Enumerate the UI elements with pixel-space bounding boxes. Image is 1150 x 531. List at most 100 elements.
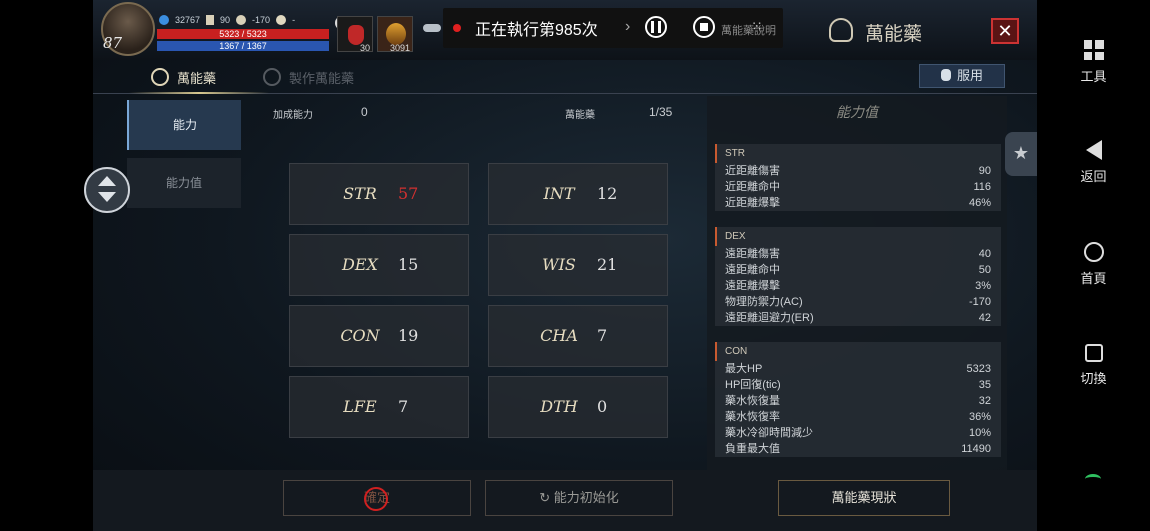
stat-box-con[interactable]: CON 19	[289, 305, 469, 367]
stat-row: 遠距離傷害 40	[725, 248, 991, 260]
trophy-value: -	[292, 15, 296, 25]
section-header: CON	[715, 342, 1001, 361]
stat-value: 15	[398, 255, 419, 274]
stat-name: CHA	[540, 326, 578, 345]
tab-elixir[interactable]: 萬能藥	[177, 68, 216, 87]
stat-value: 12	[597, 184, 618, 203]
helmet-icon	[236, 15, 247, 25]
potion-count: 30	[359, 43, 370, 53]
side-item-ability-value[interactable]: 能力值	[127, 158, 241, 208]
item-count: 3091	[389, 43, 410, 53]
stat-row: 最大HP 5323	[725, 363, 991, 375]
game-view: 87 32767 90 -170 - 5323 / 5323 1367 / 13…	[93, 0, 1037, 531]
stat-row: HP回復(tic) 35	[725, 379, 991, 391]
use-button[interactable]: 服用	[919, 64, 1005, 88]
section-dex: DEX 遠距離傷害 40 遠距離命中 50 遠距離爆擊 3% 物理防禦力(AC) -17…	[715, 227, 1001, 326]
stat-row: 藥水恢復量 32	[725, 395, 991, 407]
stat-box-str[interactable]: STR 57	[289, 163, 469, 225]
sword-icon	[206, 15, 215, 25]
mp-bar: 1367 / 1367	[157, 41, 329, 51]
item-slot[interactable]: 3091	[377, 16, 413, 53]
hp-bar: 5323 / 5323	[157, 29, 329, 39]
recents-icon	[1084, 344, 1103, 362]
confirm-button[interactable]: 確定	[283, 480, 471, 516]
hud-stats: 32767 90 -170 -	[159, 15, 295, 25]
stat-name: CON	[340, 326, 380, 345]
stat-box-int[interactable]: INT 12	[488, 163, 668, 225]
elixir-tab-icon	[151, 68, 169, 86]
screen-record-bar: 正在執行第985次 › 萬能藥說明 ⁙	[443, 8, 783, 48]
reset-icon: ↻	[539, 490, 554, 505]
arrow-down-icon	[98, 192, 116, 202]
record-dot-icon	[453, 24, 461, 32]
stat-name: STR	[343, 184, 377, 203]
stat-row: 近距離命中 116	[725, 181, 991, 193]
nav-tools[interactable]: 工具	[1037, 40, 1150, 85]
red-potion-icon	[348, 25, 364, 45]
stat-row: 近距離傷害 90	[725, 165, 991, 177]
drag-handle-icon[interactable]: ⁙	[751, 18, 763, 35]
character-level: 87	[103, 34, 123, 52]
stat-name: LFE	[343, 397, 377, 416]
ability-value-panel: 能力值 STR 近距離傷害 90 近距離命中 116 近距離爆擊 46% DEX 遠距…	[707, 96, 1007, 470]
record-status: 正在執行第985次	[475, 22, 598, 39]
wifi-icon	[1085, 474, 1101, 484]
tab-craft-elixir[interactable]: 製作萬能藥	[289, 68, 354, 87]
nav-home[interactable]: 首頁	[1037, 242, 1150, 287]
arrow-up-icon	[98, 176, 116, 186]
chevron-right-icon[interactable]: ›	[625, 18, 630, 36]
item-icon	[386, 23, 406, 45]
stat-row: 物理防禦力(AC) -170	[725, 296, 991, 308]
favorite-star-button[interactable]: ★	[1005, 132, 1037, 176]
stat-row: 負重最大值 11490	[725, 443, 991, 455]
nav-back-label: 返回	[1080, 169, 1107, 184]
elixir-status-button[interactable]: 萬能藥現狀	[778, 480, 950, 516]
bonus-label: 加成能力	[273, 110, 313, 121]
top-hud: 87 32767 90 -170 - 5323 / 5323 1367 / 13…	[93, 0, 1037, 60]
bottom-bar: 確定 ↻ 能力初始化 萬能藥現狀	[93, 470, 1037, 531]
pause-icon	[651, 21, 661, 33]
stop-button[interactable]	[693, 16, 715, 38]
nav-switch-label: 切換	[1080, 371, 1107, 386]
stat-row: 遠距離命中 50	[725, 264, 991, 276]
stat-row: 藥水冷卻時間減少 10%	[725, 427, 991, 439]
home-icon	[1083, 242, 1104, 262]
stat-box-dth[interactable]: DTH 0	[488, 376, 668, 438]
nav-tools-label: 工具	[1080, 69, 1107, 84]
attack-value: 90	[220, 15, 231, 25]
power-icon	[159, 15, 169, 25]
stat-row: 遠距離迴避力(ER) 42	[725, 312, 991, 324]
bonus-value: 0	[361, 105, 368, 119]
nav-back[interactable]: 返回	[1037, 140, 1150, 185]
stat-name: DEX	[342, 255, 378, 274]
nav-switch[interactable]: 切換	[1037, 344, 1150, 387]
stat-box-wis[interactable]: WIS 21	[488, 234, 668, 296]
tab-underline	[129, 92, 269, 94]
side-item-ability[interactable]: 能力	[127, 100, 241, 150]
stat-name: DTH	[540, 397, 578, 416]
nav-home-label: 首頁	[1080, 271, 1107, 286]
reset-ability-button[interactable]: ↻ 能力初始化	[485, 480, 673, 516]
stat-name: INT	[543, 184, 575, 203]
potion-title-icon	[829, 18, 853, 42]
reset-ability-label: 能力初始化	[553, 490, 619, 505]
stat-box-lfe[interactable]: LFE 7	[289, 376, 469, 438]
potion-flask-icon	[940, 69, 951, 81]
potion-slot[interactable]: 30	[337, 16, 373, 53]
stat-value: 7	[398, 397, 409, 416]
floating-updown-control[interactable]	[84, 167, 130, 213]
close-button[interactable]: ✕	[991, 18, 1019, 44]
stat-value: 21	[597, 255, 618, 274]
stat-box-dex[interactable]: DEX 15	[289, 234, 469, 296]
pause-button[interactable]	[645, 16, 667, 38]
stat-box-cha[interactable]: CHA 7	[488, 305, 668, 367]
potion-count-value: 1/35	[649, 105, 673, 119]
behind-text: 萬能藥說明	[721, 25, 776, 37]
stat-value: 0	[597, 397, 608, 416]
defense-value: -170	[252, 15, 271, 25]
panel-title: 能力值	[836, 104, 878, 120]
page-title: 萬能藥	[865, 24, 923, 45]
section-header: STR	[715, 144, 1001, 163]
section-header: DEX	[715, 227, 1001, 246]
disabled-icon	[364, 487, 388, 511]
